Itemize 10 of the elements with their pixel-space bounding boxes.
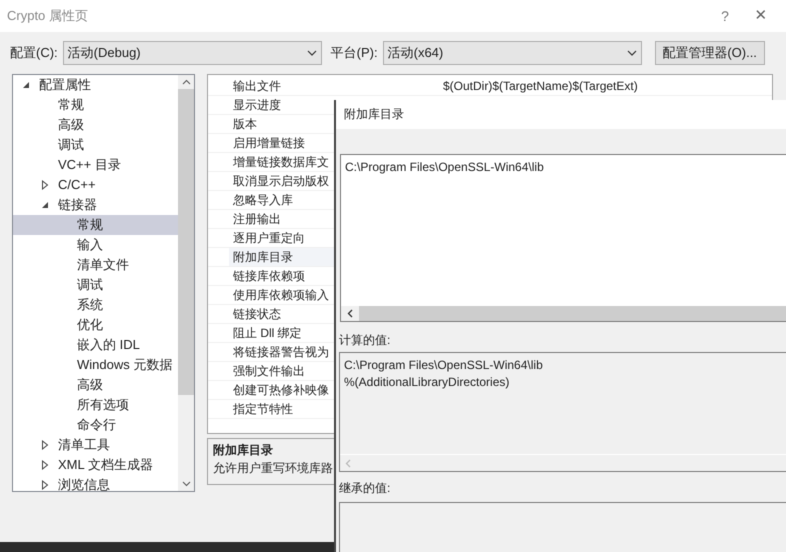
inherited-label: 继承的值: <box>339 480 390 498</box>
config-label: 配置(C): <box>10 44 58 62</box>
computed-line: %(AdditionalLibraryDirectories) <box>344 374 510 391</box>
platform-label: 平台(P): <box>330 44 378 62</box>
computed-label: 计算的值: <box>339 332 390 349</box>
computed-line: C:\Program Files\OpenSSL-Win64\lib <box>344 356 544 374</box>
description-text: 允许用户重写环境库路 <box>213 460 333 477</box>
description-title: 附加库目录 <box>213 442 274 459</box>
window-title: Crypto 属性页 <box>7 7 88 26</box>
dialog-title: 附加库目录 <box>344 106 404 124</box>
